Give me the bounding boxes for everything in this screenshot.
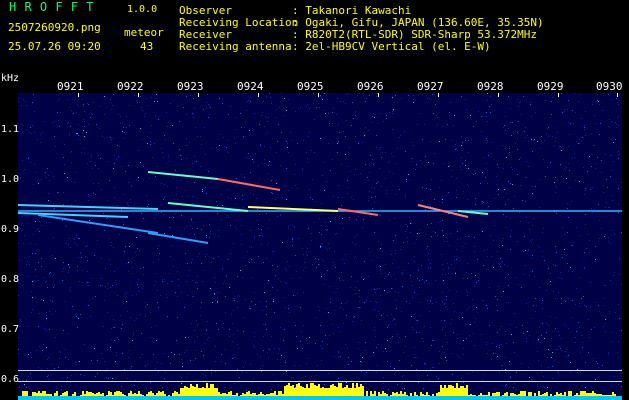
receiver-label: Receiver bbox=[179, 28, 232, 41]
time-tick bbox=[617, 93, 618, 97]
location-value: : Ogaki, Gifu, JAPAN (136.60E, 35.35N) bbox=[292, 16, 544, 29]
meteor-count: 43 bbox=[140, 40, 154, 53]
spectrogram-canvas bbox=[18, 93, 622, 400]
receiver-value: : R820T2(RTL-SDR) SDR-Sharp 53.372MHz bbox=[292, 28, 538, 41]
time-tick bbox=[138, 93, 139, 97]
freq-label: 1.1 bbox=[1, 124, 20, 135]
time-tick bbox=[78, 93, 79, 97]
meteor-echo bbox=[147, 171, 219, 180]
freq-label: 1.0 bbox=[1, 174, 20, 185]
time-label: 0930 bbox=[596, 80, 623, 93]
time-label: 0924 bbox=[237, 80, 264, 93]
meteor-echo bbox=[18, 212, 129, 218]
time-label: 0926 bbox=[357, 80, 384, 93]
time-tick bbox=[198, 93, 199, 97]
time-tick bbox=[378, 93, 379, 97]
freq-label: 0.7 bbox=[1, 324, 20, 335]
meteor-label: meteor bbox=[124, 26, 164, 39]
time-tick bbox=[498, 93, 499, 97]
antenna-value: : 2el-HB9CV Vertical (el. E-W) bbox=[292, 40, 491, 53]
time-label: 0923 bbox=[177, 80, 204, 93]
time-tick bbox=[318, 93, 319, 97]
observer-value: : Takanori Kawachi bbox=[292, 4, 412, 17]
time-label: 0921 bbox=[57, 80, 84, 93]
frequency-unit-label: kHz bbox=[1, 73, 20, 84]
meteor-echo bbox=[18, 204, 159, 210]
spectrogram-plot bbox=[18, 93, 622, 400]
app-version: 1.0.0 bbox=[127, 4, 158, 15]
freq-label: 0.9 bbox=[1, 224, 20, 235]
time-tick bbox=[258, 93, 259, 97]
meteor-echo bbox=[147, 232, 209, 244]
time-label: 0922 bbox=[117, 80, 144, 93]
freq-label: 0.8 bbox=[1, 274, 20, 285]
antenna-label: Receiving antenna bbox=[179, 40, 292, 53]
signal-level-bar bbox=[18, 383, 622, 400]
freq-label: 0.6 bbox=[1, 374, 20, 385]
time-tick bbox=[438, 93, 439, 97]
app-title: H R O F F T bbox=[9, 0, 94, 14]
observer-label: Observer bbox=[179, 4, 232, 17]
file-name: 2507260920.png bbox=[8, 21, 101, 34]
meteor-echo bbox=[337, 208, 379, 216]
time-label: 0929 bbox=[537, 80, 564, 93]
meteor-echo bbox=[37, 214, 159, 234]
time-label: 0925 bbox=[297, 80, 324, 93]
time-label: 0928 bbox=[477, 80, 504, 93]
location-label: Receiving Location bbox=[179, 16, 299, 29]
meteor-echo bbox=[217, 178, 281, 191]
time-tick bbox=[558, 93, 559, 97]
time-label: 0927 bbox=[417, 80, 444, 93]
threshold-line-upper bbox=[18, 370, 622, 371]
datetime: 25.07.26 09:20 bbox=[8, 40, 101, 53]
